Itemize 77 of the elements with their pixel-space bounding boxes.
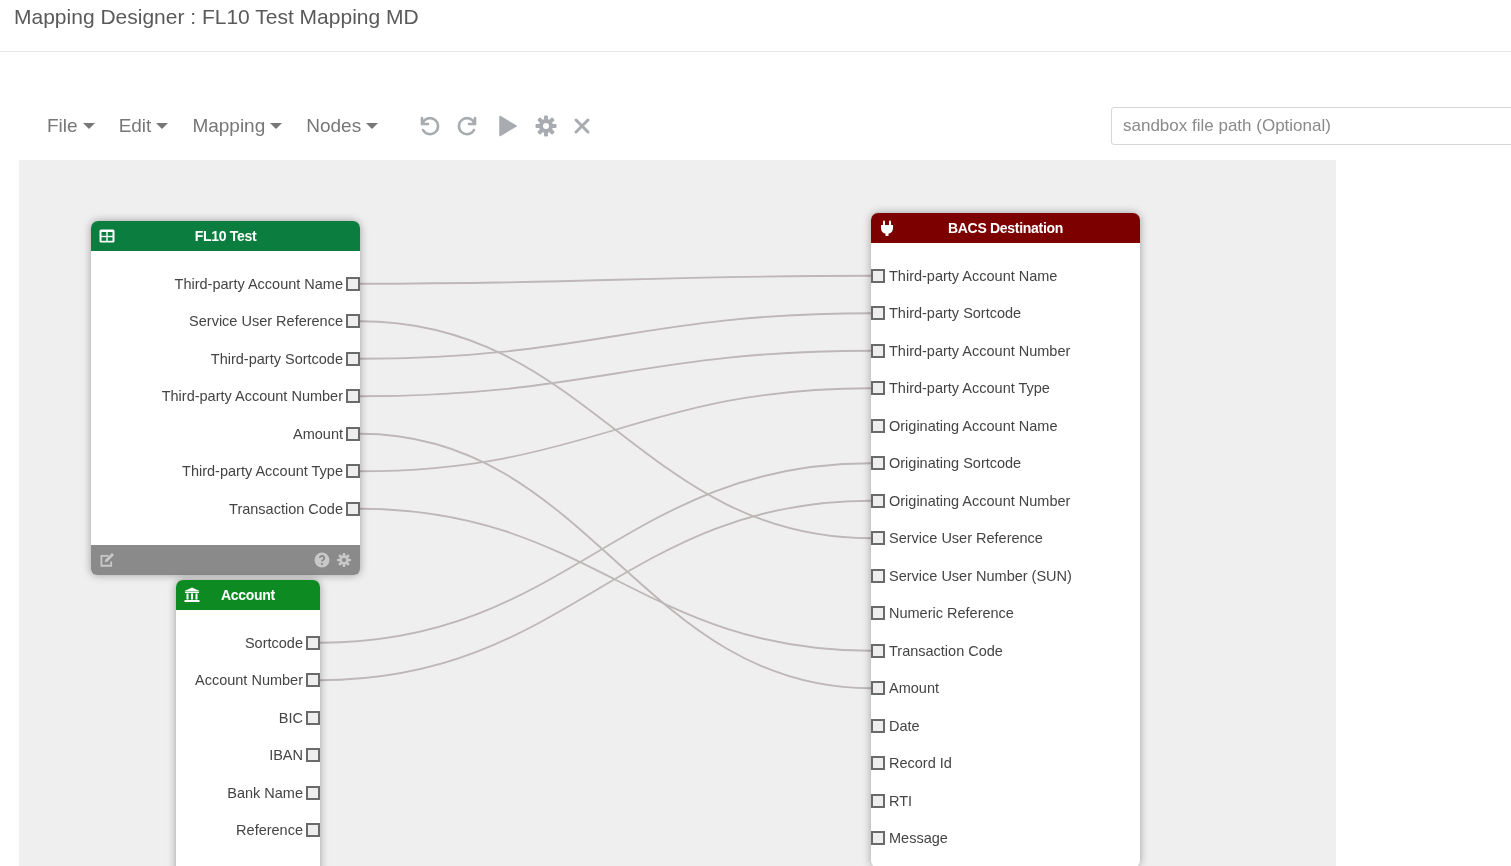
field-label: Sortcode (244, 634, 303, 651)
field-label: RTI (889, 792, 913, 809)
port-handle[interactable] (871, 456, 885, 471)
port-handle[interactable] (871, 831, 885, 846)
field-label: Amount (889, 680, 939, 697)
field-label: Record Id (889, 755, 952, 772)
port-handle[interactable] (871, 643, 885, 658)
port-handle[interactable] (871, 343, 885, 358)
port-handle[interactable] (306, 673, 320, 688)
field-label: Third-party Account Number (161, 388, 343, 405)
port-handle[interactable] (871, 531, 885, 546)
port-handle[interactable] (871, 756, 885, 771)
field-label: Transaction Code (229, 500, 343, 517)
page-title: Mapping Designer : FL10 Test Mapping MD (14, 5, 419, 28)
field-label: Numeric Reference (889, 605, 1014, 622)
sandbox-path-field[interactable]: sandbox file path (Optional) (1111, 107, 1511, 145)
port-handle[interactable] (871, 381, 885, 396)
field-label: Bank Name (227, 784, 303, 801)
node-header[interactable]: Account (176, 580, 320, 610)
bank-icon (184, 587, 200, 603)
caret-icon (82, 123, 95, 129)
port-handle[interactable] (871, 268, 885, 283)
menu-button[interactable]: File (36, 109, 106, 143)
port-handle[interactable] (871, 493, 885, 508)
field-label: IBAN (269, 747, 303, 764)
node-title: Account (221, 587, 275, 603)
port-handle[interactable] (306, 785, 320, 800)
field-label: Account Number (195, 672, 303, 689)
node-title: BACS Destination (948, 220, 1063, 236)
field-label: Third-party Sortcode (889, 305, 1022, 322)
menu-button[interactable]: Mapping (181, 109, 294, 143)
caret-icon (366, 123, 379, 129)
port-handle[interactable] (871, 306, 885, 321)
field-label: Third-party Account Name (174, 275, 343, 292)
field-label: Amount (293, 425, 343, 442)
port-handle[interactable] (346, 426, 360, 441)
port-handle[interactable] (346, 501, 360, 516)
port-handle[interactable] (306, 748, 320, 763)
field-label: Third-party Account Name (889, 267, 1058, 284)
port-handle[interactable] (871, 793, 885, 808)
node-title: FL10 Test (194, 228, 257, 244)
menu-button[interactable]: Edit (107, 109, 180, 143)
field-label: BIC (278, 709, 303, 726)
field-label: Originating Account Name (889, 417, 1058, 434)
port-handle[interactable] (346, 389, 360, 404)
port-handle[interactable] (871, 606, 885, 621)
field-label: Date (889, 717, 920, 734)
caret-icon (156, 123, 169, 129)
field-label: Service User Number (SUN) (889, 567, 1072, 584)
node-header[interactable]: FL10 Test (91, 221, 360, 251)
port-handle[interactable] (306, 635, 320, 650)
field-label: Third-party Sortcode (210, 350, 343, 367)
field-label: Originating Sortcode (889, 455, 1022, 472)
menu-button[interactable]: Nodes (295, 109, 390, 143)
port-handle[interactable] (346, 464, 360, 479)
field-label: Service User Reference (889, 530, 1043, 547)
port-handle[interactable] (346, 314, 360, 329)
port-handle[interactable] (871, 681, 885, 696)
field-label: Service User Reference (189, 313, 343, 330)
field-label: Originating Account Number (889, 492, 1071, 509)
table-icon (99, 228, 115, 244)
port-handle[interactable] (871, 718, 885, 733)
port-handle[interactable] (346, 276, 360, 291)
node-header[interactable]: BACS Destination (871, 213, 1140, 243)
field-label: Message (889, 830, 948, 847)
plug-icon (879, 220, 895, 236)
port-handle[interactable] (871, 568, 885, 583)
port-handle[interactable] (306, 823, 320, 838)
caret-icon (270, 123, 283, 129)
field-label: Transaction Code (889, 642, 1003, 659)
port-handle[interactable] (306, 710, 320, 725)
field-label: Reference (236, 822, 303, 839)
port-handle[interactable] (346, 351, 360, 366)
field-label: Third-party Account Type (889, 380, 1050, 397)
field-label: Third-party Account Number (889, 342, 1071, 359)
port-handle[interactable] (871, 418, 885, 433)
field-label: Third-party Account Type (182, 463, 343, 480)
